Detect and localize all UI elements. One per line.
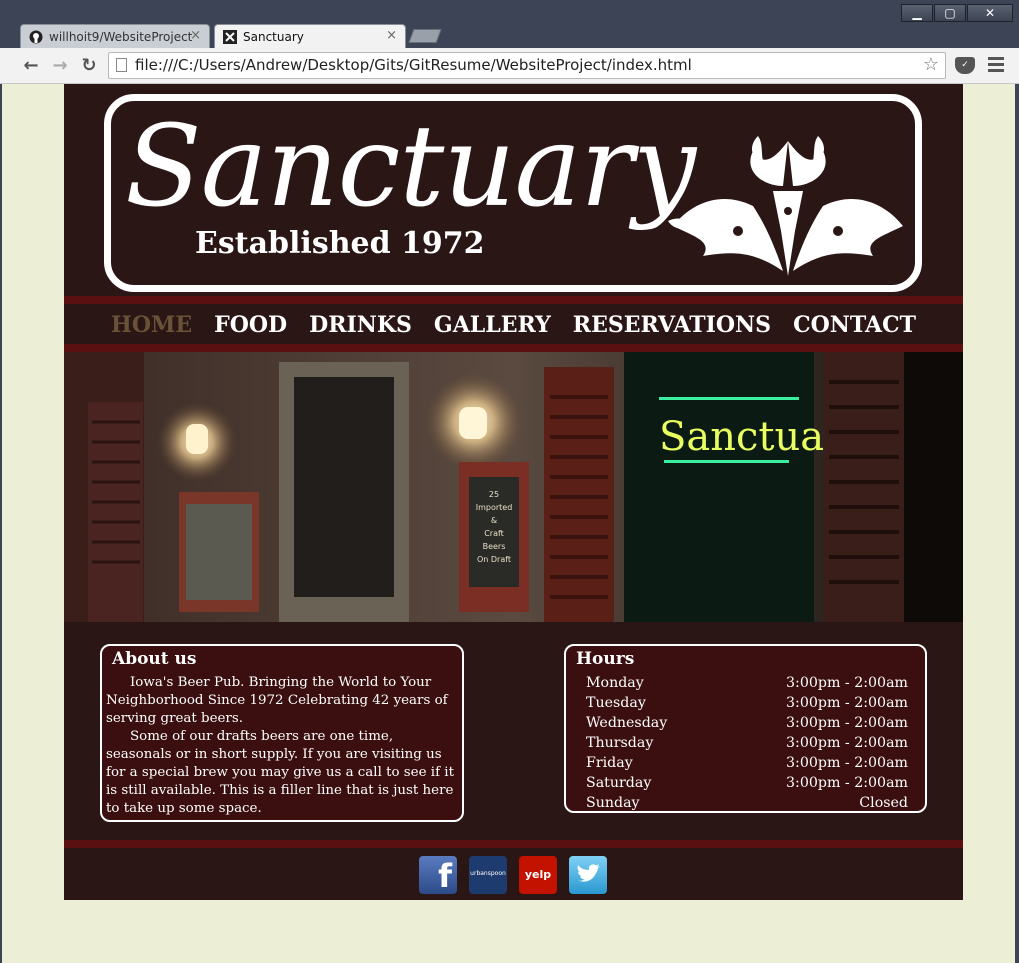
forward-button[interactable]: → [48, 54, 72, 78]
day-label: Saturday [586, 775, 652, 791]
hours-row: Thursday 3:00pm - 2:00am [586, 733, 908, 753]
board-line: & [491, 516, 497, 525]
tab-label: Sanctuary [243, 29, 304, 44]
board-line: On Draft [477, 555, 511, 564]
hours-row: Wednesday 3:00pm - 2:00am [586, 713, 908, 733]
twitter-icon[interactable] [569, 856, 607, 894]
tab-github[interactable]: willhoit9/WebsiteProject × [20, 24, 210, 48]
day-label: Thursday [586, 735, 654, 751]
board-line: 25 [489, 490, 499, 499]
day-label: Tuesday [586, 695, 646, 711]
hours-table: Monday 3:00pm - 2:00am Tuesday 3:00pm - 2:… [586, 673, 908, 813]
logo-wordmark: Sanctuary [125, 102, 696, 232]
board-line: Beers [483, 542, 506, 551]
logo-established: Established 1972 [195, 226, 485, 261]
about-paragraph: Some of our drafts beers are one time, s… [106, 729, 454, 816]
nav-band-top [64, 296, 963, 304]
page-icon [116, 58, 127, 72]
board-line: Craft [484, 529, 504, 538]
site-logo[interactable]: Sanctuary Established 1972 [104, 94, 922, 292]
time-value: 3:00pm - 2:00am [786, 735, 908, 751]
new-tab-button[interactable] [408, 29, 442, 43]
browser-chrome: ▁ ▢ ✕ willhoit9/WebsiteProject × Sanctua… [0, 0, 1019, 84]
ornament-icon [668, 136, 903, 276]
day-label: Sunday [586, 795, 640, 811]
address-bar[interactable]: file:///C:/Users/Andrew/Desktop/Gits/Git… [108, 52, 946, 79]
hours-row: Saturday 3:00pm - 2:00am [586, 773, 908, 793]
about-box: About us Iowa's Beer Pub. Bringing the W… [100, 644, 464, 822]
site-container: Sanctuary Established 1972 HOME FOOD DRI… [64, 84, 963, 900]
minimize-button[interactable]: ▁ [901, 4, 933, 22]
day-label: Friday [586, 755, 633, 771]
close-tab-icon[interactable]: × [386, 28, 397, 43]
hours-row: Friday 3:00pm - 2:00am [586, 753, 908, 773]
about-body: Iowa's Beer Pub. Bringing the World to Y… [106, 674, 460, 818]
back-button[interactable]: ← [19, 54, 43, 78]
time-value: Closed [859, 795, 908, 811]
github-icon [29, 30, 43, 44]
urbanspoon-icon[interactable]: urbanspoon [469, 856, 507, 894]
maximize-button[interactable]: ▢ [934, 4, 966, 22]
bookmark-star-icon[interactable]: ☆ [923, 54, 939, 75]
nav-reservations[interactable]: RESERVATIONS [573, 312, 771, 338]
hours-row: Sunday Closed [586, 793, 908, 813]
about-heading: About us [112, 649, 197, 669]
close-window-button[interactable]: ✕ [967, 4, 1013, 22]
reload-button[interactable]: ↻ [77, 54, 101, 78]
tab-sanctuary[interactable]: Sanctuary × [214, 24, 406, 48]
nav-band-bottom [64, 344, 963, 352]
pocket-icon[interactable]: ✓ [955, 57, 975, 74]
main-nav: HOME FOOD DRINKS GALLERY RESERVATIONS CO… [64, 306, 963, 344]
time-value: 3:00pm - 2:00am [786, 775, 908, 791]
yelp-icon[interactable]: yelp [519, 856, 557, 894]
browser-toolbar: ← → ↻ file:///C:/Users/Andrew/Desktop/Gi… [0, 48, 1019, 84]
hero-photo: 25 Imported & Craft Beers On Draft Sanct… [64, 352, 963, 622]
window-controls: ▁ ▢ ✕ [900, 4, 1013, 24]
board-line: Imported [476, 503, 513, 512]
facebook-icon[interactable]: f [419, 856, 457, 895]
time-value: 3:00pm - 2:00am [786, 715, 908, 731]
nav-gallery[interactable]: GALLERY [434, 312, 551, 338]
time-value: 3:00pm - 2:00am [786, 755, 908, 771]
time-value: 3:00pm - 2:00am [786, 695, 908, 711]
neon-sign-text: Sanctuar [659, 414, 844, 460]
about-paragraph: Iowa's Beer Pub. Bringing the World to Y… [106, 675, 448, 726]
url-text: file:///C:/Users/Andrew/Desktop/Gits/Git… [135, 56, 692, 74]
nav-food[interactable]: FOOD [214, 312, 287, 338]
time-value: 3:00pm - 2:00am [786, 675, 908, 691]
hours-heading: Hours [576, 649, 635, 669]
day-label: Monday [586, 675, 644, 691]
day-label: Wednesday [586, 715, 668, 731]
close-tab-icon[interactable]: × [190, 28, 201, 43]
footer-band [64, 840, 963, 848]
nav-drinks[interactable]: DRINKS [309, 312, 412, 338]
hours-box: Hours Monday 3:00pm - 2:00am Tuesday 3:00p… [564, 644, 927, 813]
nav-home[interactable]: HOME [111, 312, 192, 338]
hours-row: Monday 3:00pm - 2:00am [586, 673, 908, 693]
hours-row: Tuesday 3:00pm - 2:00am [586, 693, 908, 713]
sanctuary-favicon-icon [223, 29, 237, 44]
nav-contact[interactable]: CONTACT [793, 312, 916, 338]
social-links: f urbanspoon yelp [64, 848, 963, 900]
tab-label: willhoit9/WebsiteProject [49, 29, 193, 44]
menu-icon[interactable] [988, 57, 1004, 73]
